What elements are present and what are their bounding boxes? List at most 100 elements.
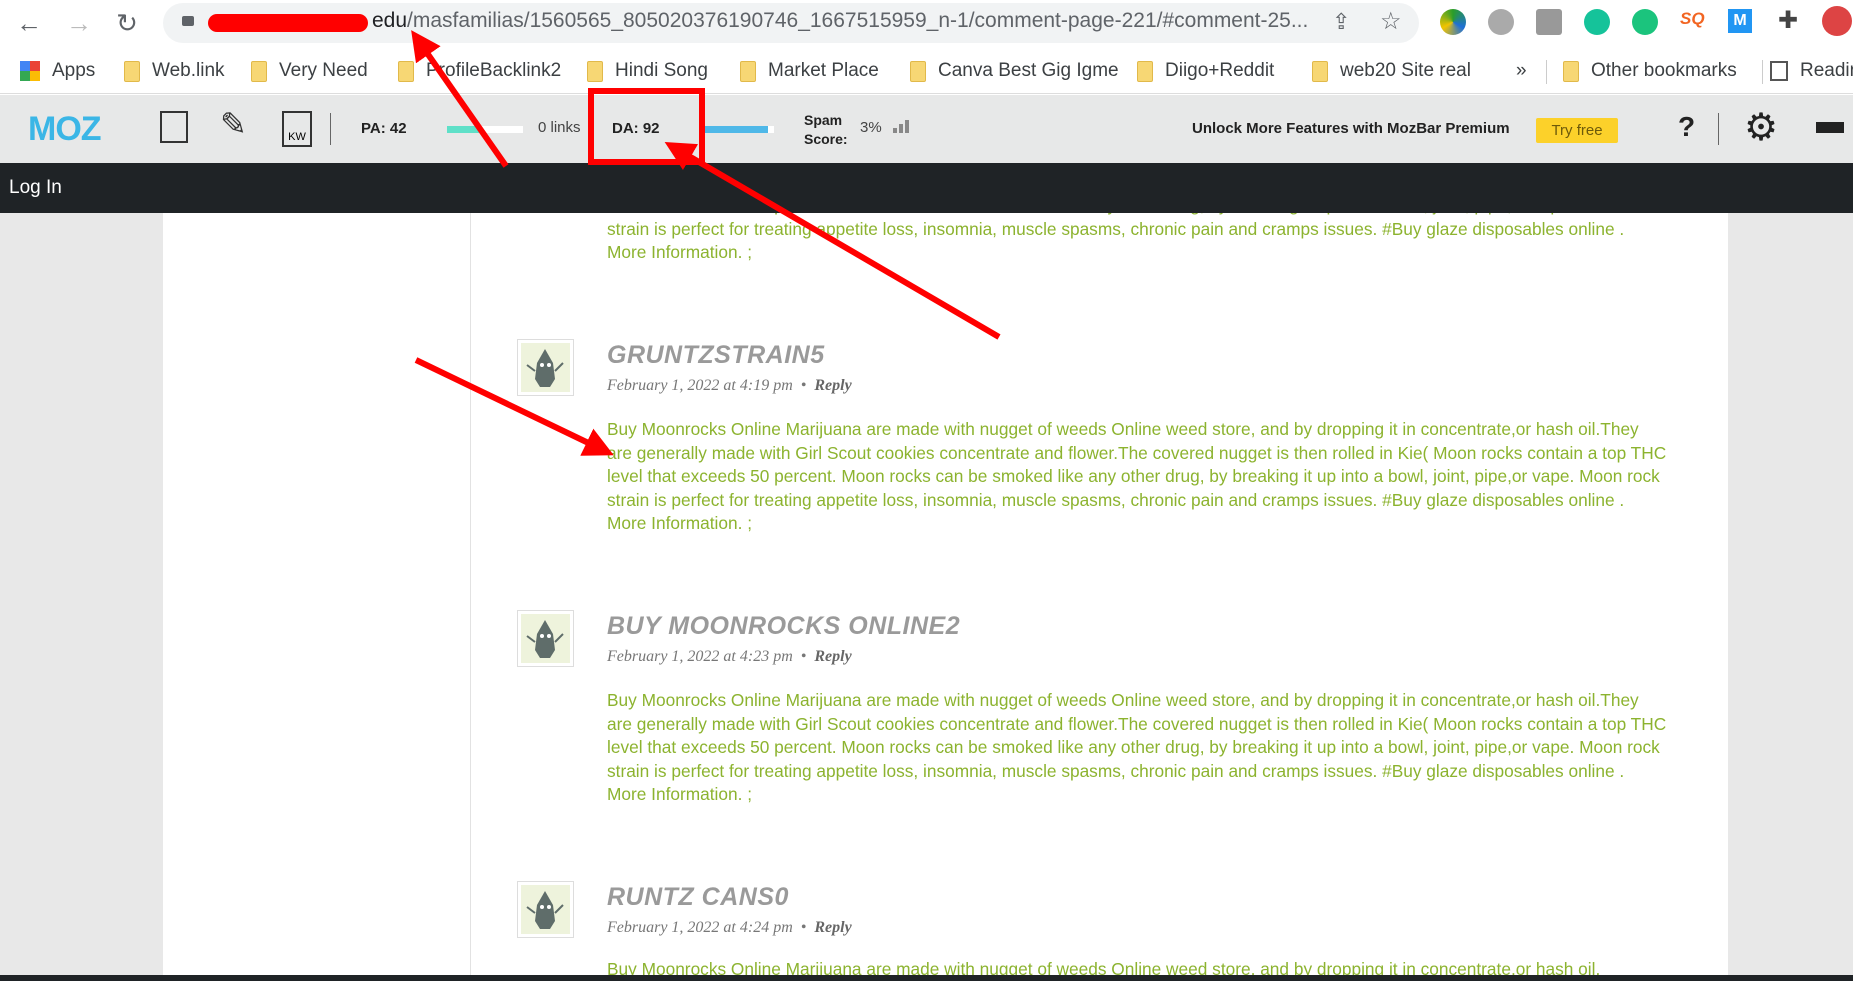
comment-text: Buy Moonrocks Online Marijuana are made … (607, 419, 1667, 533)
domain-authority: DA: 92 (612, 120, 660, 137)
column-divider (470, 213, 471, 975)
other-bookmarks[interactable]: Other bookmarks (1563, 60, 1737, 82)
forward-icon[interactable]: → (64, 8, 94, 38)
comment-meta: February 1, 2022 at 4:23 pm • Reply (607, 648, 852, 665)
commenter-name: GRUNTZSTRAIN5 (607, 341, 825, 369)
idm-extension-icon[interactable] (1440, 9, 1466, 35)
divider (1762, 60, 1763, 84)
bookmark-folder[interactable]: Very Need (251, 60, 368, 82)
divider (1718, 113, 1719, 145)
spam-signal-icon (893, 120, 909, 133)
reply-link[interactable]: Reply (814, 648, 851, 665)
comment-meta: February 1, 2022 at 4:19 pm • Reply (607, 377, 852, 394)
share-icon[interactable]: ⇪ (1332, 9, 1350, 35)
extensions-puzzle-icon[interactable]: ✚ (1778, 6, 1798, 35)
login-link[interactable]: Log In (9, 177, 62, 198)
comment-date[interactable]: February 1, 2022 at 4:19 pm (607, 377, 793, 394)
bookmark-star-icon[interactable]: ☆ (1380, 7, 1402, 36)
back-icon[interactable]: ← (14, 8, 44, 38)
bookmark-apps[interactable]: Apps (20, 60, 95, 82)
da-bar (702, 126, 774, 133)
apps-grid-icon (20, 61, 40, 81)
score-label: Score: (804, 131, 848, 147)
bookmarks-overflow-button[interactable]: » (1516, 60, 1527, 82)
mozbar: MOZ ✎ KW PA: 42 0 links DA: 92 Spam Score… (0, 95, 1853, 163)
reload-icon[interactable]: ↻ (112, 8, 142, 38)
sync-extension-icon[interactable] (1632, 9, 1658, 35)
moz-logo: MOZ (28, 110, 102, 148)
reply-link[interactable]: Reply (814, 919, 851, 936)
lock-icon (182, 16, 194, 26)
folder-icon (398, 60, 414, 82)
bookmark-label: Apps (52, 60, 96, 81)
page-content: Buy Moonrocks Online Marijuana are made … (0, 213, 1853, 975)
globe-extension-icon[interactable] (1488, 9, 1514, 35)
commenter-name: BUY MOONROCKS ONLINE2 (607, 612, 961, 640)
bookmark-folder[interactable]: Diigo+Reddit (1137, 60, 1274, 82)
bookmark-label: web20 Site real (1340, 60, 1471, 81)
commenter-avatar (517, 610, 574, 667)
overflow-label: » (1516, 60, 1527, 81)
bottom-bar (0, 975, 1853, 981)
comment-text: Buy Moonrocks Online Marijuana are made … (607, 959, 1601, 975)
bookmarks-bar: Apps Web.link Very Need ProfileBacklink2… (0, 50, 1853, 94)
bookmark-label: Diigo+Reddit (1165, 60, 1275, 81)
sq-extension-icon[interactable]: SQ (1680, 9, 1705, 29)
try-free-button[interactable]: Try free (1536, 118, 1618, 143)
avatar[interactable] (1822, 6, 1852, 36)
bookmark-folder[interactable]: Hindi Song (587, 60, 708, 82)
page-authority: PA: 42 (361, 120, 407, 137)
url-text[interactable]: edu/masfamilias/1560565_805020376190746_… (372, 9, 1308, 33)
reading-list-icon (1770, 61, 1788, 81)
collapse-bar-icon[interactable] (1816, 122, 1844, 133)
redaction-mark (208, 14, 368, 32)
page-analysis-icon[interactable] (160, 111, 188, 143)
spam-score-label: Spam Score: (804, 111, 848, 149)
reading-list[interactable]: Readin (1770, 60, 1853, 82)
folder-icon (587, 60, 603, 82)
reply-link[interactable]: Reply (814, 377, 851, 394)
spam-label: Spam (804, 112, 843, 128)
url-domain: edu (372, 9, 408, 32)
comment-date[interactable]: February 1, 2022 at 4:23 pm (607, 648, 793, 665)
commenter-avatar (517, 339, 574, 396)
folder-icon (1312, 60, 1328, 82)
bookmark-label: Canva Best Gig Igme (938, 60, 1119, 81)
m-extension-icon[interactable]: M (1728, 9, 1752, 33)
browser-toolbar: ← → ↻ edu/masfamilias/1560565_8050203761… (0, 0, 1853, 50)
comment-meta: February 1, 2022 at 4:24 pm • Reply (607, 919, 852, 936)
comment-date[interactable]: February 1, 2022 at 4:24 pm (607, 919, 793, 936)
spam-score-value: 3% (860, 119, 882, 136)
divider (330, 113, 331, 145)
bookmark-label: Web.link (152, 60, 225, 81)
folder-icon (740, 60, 756, 82)
folder-icon (910, 60, 926, 82)
keyword-icon[interactable]: KW (282, 111, 312, 147)
comment-text: Buy Moonrocks Online Marijuana are made … (607, 690, 1667, 804)
site-top-bar: Log In (0, 163, 1853, 213)
comment-text: Buy Moonrocks Online Marijuana are made … (607, 213, 1660, 262)
settings-gear-icon[interactable]: ⚙ (1744, 105, 1778, 150)
folder-icon (1563, 60, 1579, 82)
premium-promo-text: Unlock More Features with MozBar Premium (1192, 120, 1510, 137)
bookmark-folder[interactable]: web20 Site real (1312, 60, 1471, 82)
commenter-avatar (517, 881, 574, 938)
url-path: /masfamilias/1560565_805020376190746_166… (407, 9, 1309, 32)
folder-icon (1137, 60, 1153, 82)
folder-icon (251, 60, 267, 82)
bookmark-folder[interactable]: Canva Best Gig Igme (910, 60, 1119, 82)
commenter-name: RUNTZ CANS0 (607, 883, 789, 911)
grammarly-icon[interactable] (1584, 9, 1610, 35)
reading-list-label: Readin (1800, 60, 1853, 81)
bookmark-folder[interactable]: Web.link (124, 60, 225, 82)
bookmark-label: ProfileBacklink2 (426, 60, 562, 81)
pa-bar (447, 126, 523, 133)
pencil-icon[interactable]: ✎ (220, 105, 247, 143)
help-icon[interactable]: ? (1678, 111, 1695, 143)
bookmark-folder[interactable]: ProfileBacklink2 (398, 60, 561, 82)
bookmark-folder[interactable]: Market Place (740, 60, 879, 82)
profile-extension-icon[interactable] (1536, 9, 1562, 35)
bookmark-label: Market Place (768, 60, 879, 81)
content-column (163, 213, 1728, 975)
links-count[interactable]: 0 links (538, 119, 581, 136)
